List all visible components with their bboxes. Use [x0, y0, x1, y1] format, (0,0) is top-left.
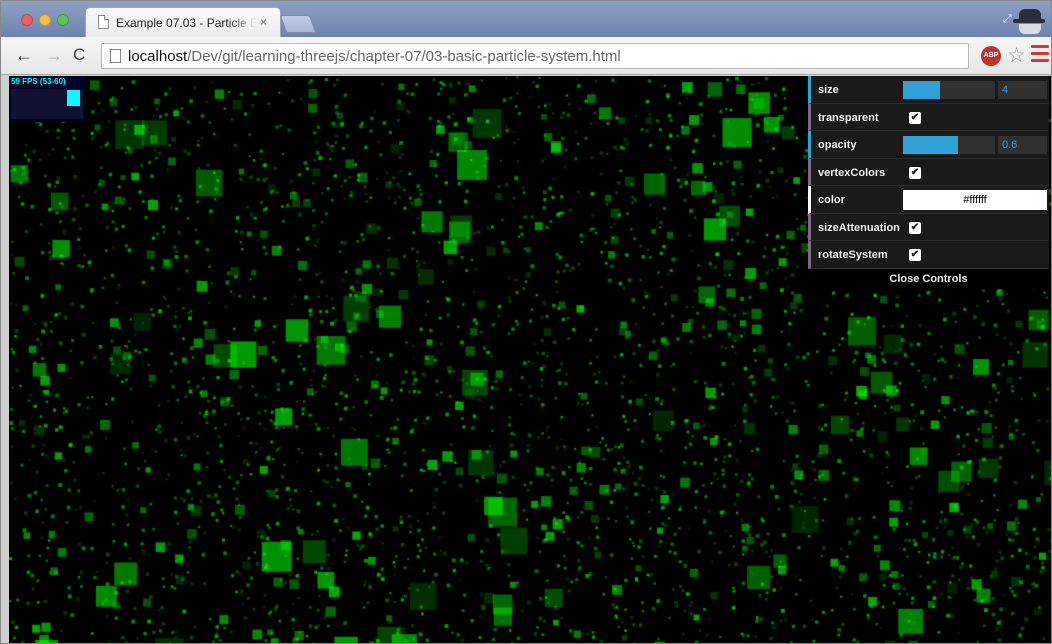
page-icon — [98, 15, 109, 29]
control-rotatesystem: rotateSystem ✔ — [808, 241, 1049, 269]
fps-graph-bar — [67, 90, 80, 106]
rotatesystem-checkbox[interactable]: ✔ — [909, 249, 921, 261]
sizeattenuation-checkbox[interactable]: ✔ — [909, 221, 921, 234]
size-slider[interactable] — [903, 81, 995, 99]
control-label: transparent — [818, 111, 879, 124]
control-label: color — [818, 194, 845, 206]
control-label: size — [818, 84, 839, 96]
incognito-icon: ⤢ — [1003, 5, 1047, 35]
slider-fill — [903, 81, 940, 99]
browser-tab[interactable]: Example 07.03 - Particle Basics × — [85, 7, 281, 37]
control-label: opacity — [818, 139, 857, 151]
tab-close-icon[interactable]: × — [260, 15, 267, 29]
title-bar: Example 07.03 - Particle Basics × ⤢ — [1, 1, 1051, 37]
control-size: size 4 — [808, 76, 1049, 104]
chrome-menu-icon[interactable] — [1031, 45, 1049, 67]
browser-toolbar: ← → C localhost/Dev/git/learning-threejs… — [1, 37, 1051, 75]
slider-fill — [903, 136, 959, 154]
control-sizeattenuation: sizeAttenuation ✔ — [808, 213, 1049, 241]
fps-stats-panel[interactable]: 59 FPS (53-60) — [9, 76, 85, 122]
transparent-checkbox[interactable]: ✔ — [909, 111, 921, 124]
url-text[interactable]: localhost/Dev/git/learning-threejs/chapt… — [128, 48, 621, 65]
tab-title: Example 07.03 - Particle Basics — [116, 16, 256, 30]
control-label: sizeAttenuation — [818, 221, 900, 234]
browser-window: Example 07.03 - Particle Basics × ⤢ ← → … — [0, 0, 1052, 644]
control-label: vertexColors — [818, 166, 886, 179]
address-bar[interactable]: localhost/Dev/git/learning-threejs/chapt… — [101, 43, 969, 69]
forward-arrow-icon[interactable]: → — [45, 46, 63, 64]
control-opacity: opacity 0.6 — [808, 131, 1049, 159]
controls-panel: size 4 transparent ✔ opacity 0.6 vertexC… — [808, 76, 1049, 289]
back-arrow-icon[interactable]: ← — [15, 46, 33, 64]
size-value-input[interactable]: 4 — [998, 81, 1047, 99]
fullscreen-arrow-icon[interactable]: ⤢ — [1003, 13, 1012, 26]
close-controls-button[interactable]: Close Controls — [808, 268, 1049, 289]
color-input[interactable]: #ffffff — [903, 190, 1047, 210]
control-vertexcolors: vertexColors ✔ — [808, 158, 1049, 186]
vertexcolors-checkbox[interactable]: ✔ — [909, 166, 921, 179]
bookmark-star-icon[interactable]: ☆ — [1007, 43, 1026, 68]
zoom-window-button[interactable] — [57, 14, 69, 26]
page-icon — [110, 49, 121, 63]
url-host: localhost — [128, 48, 188, 65]
adblock-icon[interactable]: ABP — [981, 46, 1001, 66]
minimize-window-button[interactable] — [39, 14, 51, 26]
viewport-edge — [1, 76, 9, 643]
control-label: rotateSystem — [818, 249, 888, 261]
reload-icon[interactable]: C — [73, 46, 85, 64]
opacity-slider[interactable] — [903, 136, 995, 154]
control-color: color #ffffff — [808, 186, 1049, 214]
fps-label: 59 FPS (53-60) — [11, 77, 66, 86]
close-window-button[interactable] — [21, 14, 33, 26]
control-transparent: transparent ✔ — [808, 103, 1049, 131]
opacity-value-input[interactable]: 0.6 — [998, 136, 1047, 154]
url-path: /Dev/git/learning-threejs/chapter-07/03-… — [187, 48, 621, 65]
new-tab-button[interactable] — [279, 15, 317, 33]
